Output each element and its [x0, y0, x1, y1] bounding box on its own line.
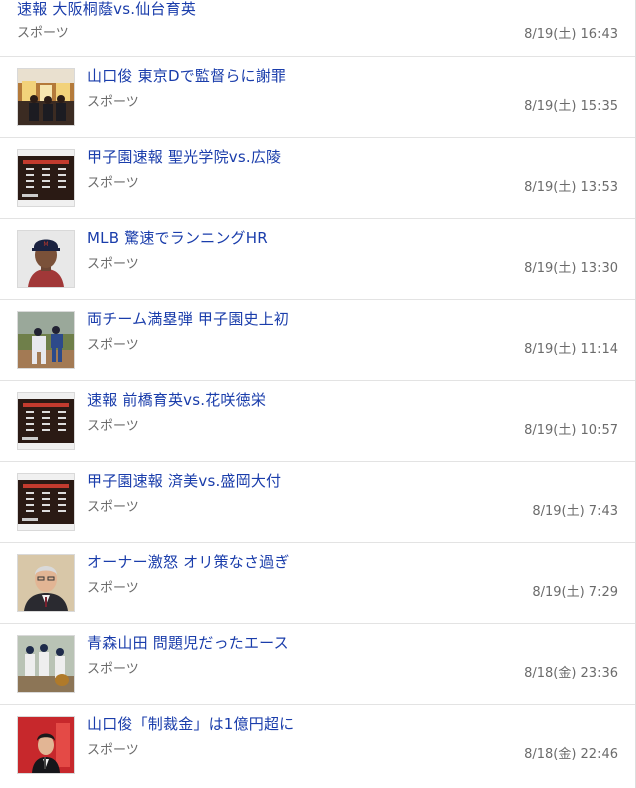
- press-conference-thumbnail[interactable]: [17, 68, 75, 126]
- news-title[interactable]: 甲子園速報 聖光学院vs.広陵: [87, 146, 281, 167]
- news-item[interactable]: 速報 大阪桐蔭vs.仙台育英 スポーツ 8/19(土) 16:43: [0, 0, 635, 57]
- player-portrait-thumbnail[interactable]: M: [17, 230, 75, 288]
- news-category: スポーツ: [87, 662, 139, 677]
- svg-text:M: M: [43, 241, 48, 248]
- scoreboard-thumbnail[interactable]: [17, 149, 75, 207]
- news-item[interactable]: 青森山田 問題児だったエース スポーツ 8/18(金) 23:36: [0, 624, 635, 705]
- news-timestamp: 8/19(土) 16:43: [524, 27, 618, 42]
- news-title[interactable]: オーナー激怒 オリ策なさ過ぎ: [87, 551, 290, 572]
- news-category: スポーツ: [87, 500, 139, 515]
- baseball-action-thumbnail[interactable]: [17, 311, 75, 369]
- news-category: スポーツ: [87, 743, 139, 758]
- news-title[interactable]: 両チーム満塁弾 甲子園史上初: [87, 308, 289, 329]
- news-item[interactable]: M MLB 驚速でランニングHR スポーツ 8/19(土) 13:30: [0, 219, 635, 300]
- news-timestamp: 8/19(土) 10:57: [524, 423, 618, 438]
- news-timestamp: 8/18(金) 22:46: [524, 747, 618, 762]
- news-item[interactable]: 速報 前橋育英vs.花咲徳栄 スポーツ 8/19(土) 10:57: [0, 381, 635, 462]
- news-category: スポーツ: [87, 95, 139, 110]
- news-timestamp: 8/19(土) 13:30: [524, 261, 618, 276]
- news-category: スポーツ: [87, 338, 139, 353]
- speaker-thumbnail[interactable]: [17, 716, 75, 774]
- news-title[interactable]: MLB 驚速でランニングHR: [87, 227, 268, 248]
- news-title[interactable]: 速報 前橋育英vs.花咲徳栄: [87, 389, 266, 410]
- news-category: スポーツ: [17, 26, 69, 41]
- news-title[interactable]: 甲子園速報 済美vs.盛岡大付: [87, 470, 281, 491]
- news-timestamp: 8/19(土) 7:43: [532, 504, 618, 519]
- news-item[interactable]: 両チーム満塁弾 甲子園史上初 スポーツ 8/19(土) 11:14: [0, 300, 635, 381]
- scoreboard-thumbnail[interactable]: [17, 473, 75, 531]
- news-timestamp: 8/18(金) 23:36: [524, 666, 618, 681]
- scoreboard-thumbnail[interactable]: [17, 392, 75, 450]
- news-category: スポーツ: [87, 257, 139, 272]
- owner-portrait-thumbnail[interactable]: [17, 554, 75, 612]
- news-timestamp: 8/19(土) 15:35: [524, 99, 618, 114]
- news-item[interactable]: オーナー激怒 オリ策なさ過ぎ スポーツ 8/19(土) 7:29: [0, 543, 635, 624]
- news-title[interactable]: 山口俊「制裁金」は1億円超に: [87, 713, 294, 734]
- news-item[interactable]: 甲子園速報 聖光学院vs.広陵 スポーツ 8/19(土) 13:53: [0, 138, 635, 219]
- news-timestamp: 8/19(土) 7:29: [532, 585, 618, 600]
- news-timestamp: 8/19(土) 13:53: [524, 180, 618, 195]
- news-title[interactable]: 青森山田 問題児だったエース: [87, 632, 289, 653]
- news-list: 速報 大阪桐蔭vs.仙台育英 スポーツ 8/19(土) 16:43 山口俊 東京…: [0, 0, 636, 788]
- news-item[interactable]: 山口俊「制裁金」は1億円超に スポーツ 8/18(金) 22:46: [0, 705, 635, 788]
- news-item[interactable]: 山口俊 東京Dで監督らに謝罪 スポーツ 8/19(土) 15:35: [0, 57, 635, 138]
- news-timestamp: 8/19(土) 11:14: [524, 342, 618, 357]
- news-title[interactable]: 山口俊 東京Dで監督らに謝罪: [87, 65, 286, 86]
- news-title[interactable]: 速報 大阪桐蔭vs.仙台育英: [17, 0, 196, 19]
- baseball-team-thumbnail[interactable]: [17, 635, 75, 693]
- news-category: スポーツ: [87, 581, 139, 596]
- news-category: スポーツ: [87, 176, 139, 191]
- news-item[interactable]: 甲子園速報 済美vs.盛岡大付 スポーツ 8/19(土) 7:43: [0, 462, 635, 543]
- news-category: スポーツ: [87, 419, 139, 434]
